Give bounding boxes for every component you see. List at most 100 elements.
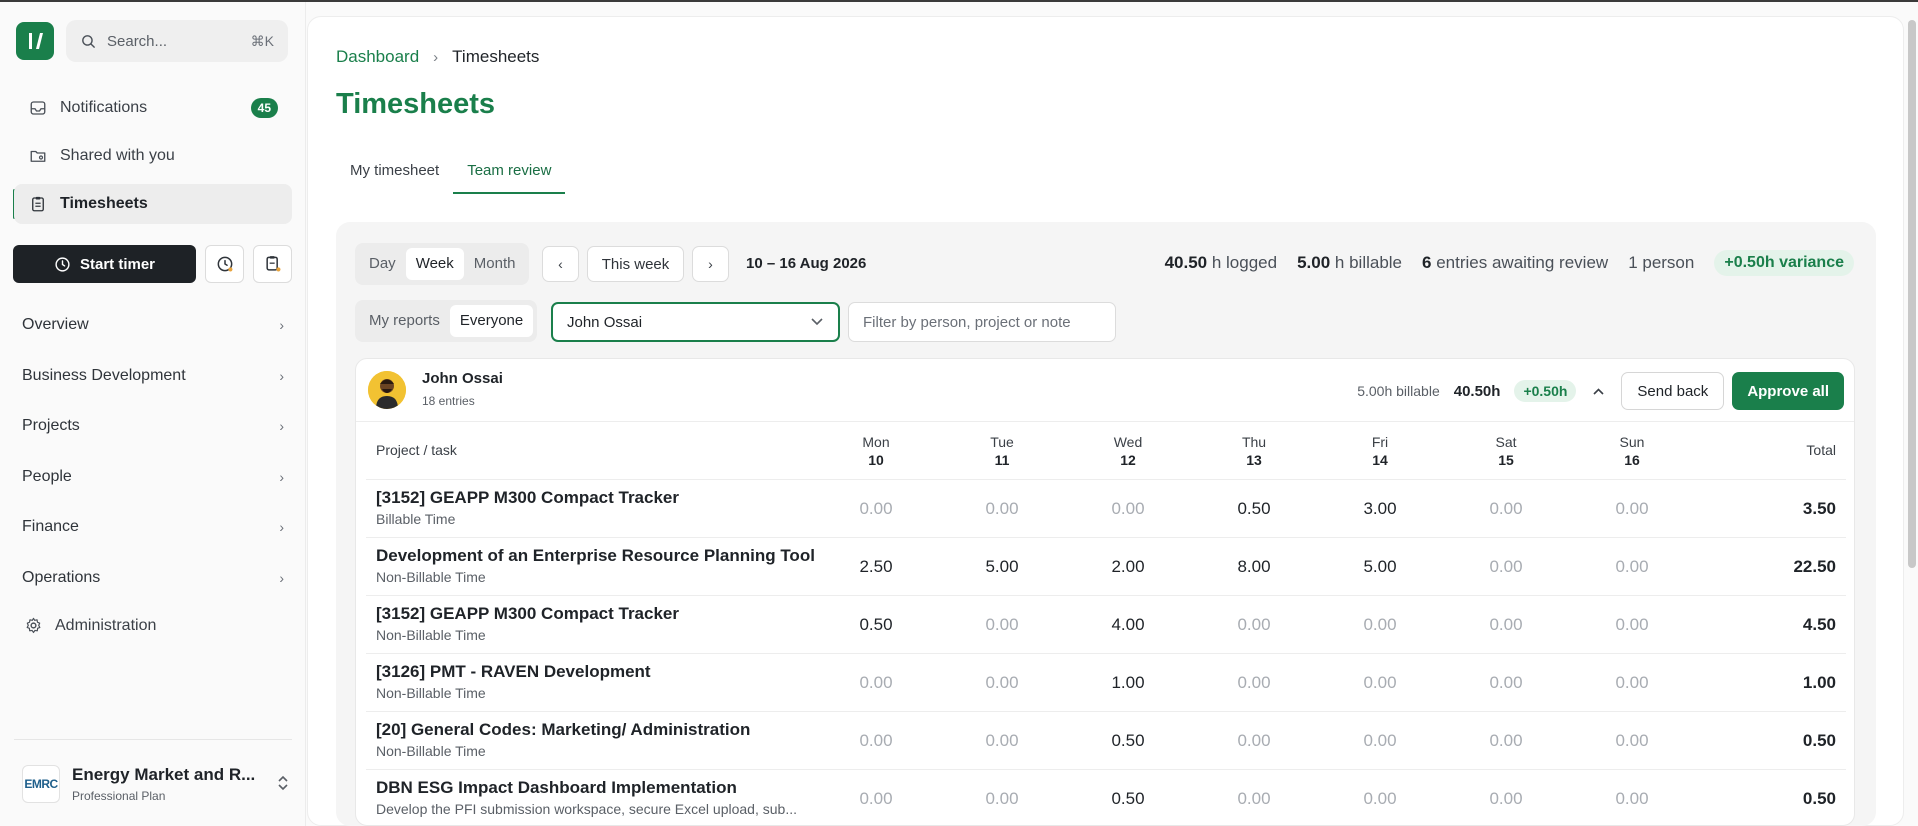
- hours-cell[interactable]: 0.00: [1592, 731, 1672, 751]
- clock-add-icon: [217, 256, 232, 272]
- hours-cell[interactable]: 0.00: [1466, 731, 1546, 751]
- hours-cell[interactable]: 0.50: [1088, 731, 1168, 751]
- filter-input[interactable]: [848, 302, 1116, 342]
- scope-everyone[interactable]: Everyone: [449, 305, 534, 337]
- section-people[interactable]: People ›: [22, 459, 284, 495]
- header-project-task: Project / task: [376, 442, 457, 458]
- section-business-development[interactable]: Business Development ›: [22, 358, 284, 394]
- hours-cell[interactable]: 0.00: [1466, 499, 1546, 519]
- tab-my-timesheet[interactable]: My timesheet: [336, 154, 453, 194]
- hours-cell[interactable]: 0.00: [1466, 789, 1546, 809]
- time-log-button[interactable]: [205, 245, 244, 283]
- person-header: John Ossai 18 entries 5.00h billable 40.…: [356, 359, 1854, 422]
- hours-cell[interactable]: 4.00: [1088, 615, 1168, 635]
- hours-cell[interactable]: 0.50: [836, 615, 916, 635]
- hours-cell[interactable]: 0.00: [1592, 615, 1672, 635]
- table-row[interactable]: DBN ESG Impact Dashboard Implementation D…: [366, 770, 1846, 825]
- period-day[interactable]: Day: [359, 248, 406, 280]
- previous-week-button[interactable]: ‹: [542, 246, 579, 282]
- person-select-value: John Ossai: [567, 313, 643, 331]
- hours-cell[interactable]: 0.00: [1340, 615, 1420, 635]
- timesheet-copy-button[interactable]: [253, 245, 292, 283]
- task-name: [3126] PMT - RAVEN Development: [376, 662, 651, 681]
- hours-cell[interactable]: 8.00: [1214, 557, 1294, 577]
- header-day-name: Sun: [1619, 434, 1645, 450]
- this-week-button[interactable]: This week: [587, 246, 684, 282]
- collapse-chevron-up-icon[interactable]: [1592, 383, 1605, 399]
- row-total: 22.50: [1793, 557, 1836, 576]
- hours-cell[interactable]: 0.00: [962, 499, 1042, 519]
- summary-stats: 40.50 h logged 5.00 h billable 6 entries…: [1145, 250, 1854, 276]
- chevron-right-icon: ›: [279, 368, 284, 384]
- table-row[interactable]: [3126] PMT - RAVEN Development Non-Billab…: [366, 654, 1846, 712]
- person-select[interactable]: John Ossai: [551, 302, 840, 342]
- table-row[interactable]: Development of an Enterprise Resource Pl…: [366, 538, 1846, 596]
- nav-shared-with-you[interactable]: Shared with you: [14, 136, 292, 176]
- hours-cell[interactable]: 0.00: [1340, 789, 1420, 809]
- row-total: 0.50: [1802, 789, 1836, 808]
- section-finance[interactable]: Finance ›: [22, 509, 284, 545]
- hours-cell[interactable]: 0.50: [1214, 499, 1294, 519]
- scrollbar[interactable]: [1908, 20, 1916, 568]
- breadcrumb-dashboard-link[interactable]: Dashboard: [336, 47, 419, 67]
- table-row[interactable]: [3152] GEAPP M300 Compact Tracker Non-Bil…: [366, 596, 1846, 654]
- table-row[interactable]: [20] General Codes: Marketing/ Administr…: [366, 712, 1846, 770]
- hours-cell[interactable]: 0.00: [962, 789, 1042, 809]
- approve-all-button[interactable]: Approve all: [1732, 372, 1844, 410]
- task-name: [3152] GEAPP M300 Compact Tracker: [376, 604, 679, 623]
- hours-cell[interactable]: 0.00: [1466, 615, 1546, 635]
- next-week-button[interactable]: ›: [692, 246, 729, 282]
- hours-cell[interactable]: 0.00: [1466, 673, 1546, 693]
- header-day-name: Tue: [990, 434, 1014, 450]
- hours-cell[interactable]: 0.00: [1340, 731, 1420, 751]
- period-month[interactable]: Month: [464, 248, 526, 280]
- hours-cell[interactable]: 0.00: [1214, 673, 1294, 693]
- header-day-date: 14: [1372, 452, 1388, 468]
- hours-cell[interactable]: 2.50: [836, 557, 916, 577]
- hours-cell[interactable]: 5.00: [1340, 557, 1420, 577]
- hours-cell[interactable]: 0.00: [836, 499, 916, 519]
- hours-cell[interactable]: 0.00: [836, 731, 916, 751]
- sidebar-divider: [14, 739, 292, 740]
- organization-switcher[interactable]: EMRC Energy Market and R... Professional…: [22, 762, 290, 806]
- hours-cell[interactable]: 3.00: [1340, 499, 1420, 519]
- hours-cell[interactable]: 0.00: [1088, 499, 1168, 519]
- hours-cell[interactable]: 0.00: [1592, 557, 1672, 577]
- clipboard-icon: [28, 194, 48, 214]
- period-week[interactable]: Week: [405, 248, 464, 280]
- sidebar: Search... ⌘K Notifications 45 Shared wit…: [0, 2, 306, 826]
- hours-cell[interactable]: 0.00: [1592, 673, 1672, 693]
- hours-cell[interactable]: 0.00: [1592, 499, 1672, 519]
- header-day-name: Sat: [1495, 434, 1517, 450]
- hours-cell[interactable]: 0.00: [962, 731, 1042, 751]
- hours-cell[interactable]: 0.00: [1340, 673, 1420, 693]
- search-box[interactable]: Search... ⌘K: [66, 20, 288, 62]
- nav-notifications[interactable]: Notifications 45: [14, 88, 292, 128]
- hours-cell[interactable]: 1.00: [1088, 673, 1168, 693]
- start-timer-button[interactable]: Start timer: [13, 245, 196, 283]
- hours-cell[interactable]: 0.00: [836, 789, 916, 809]
- nav-administration[interactable]: Administration: [24, 616, 156, 635]
- hours-cell[interactable]: 5.00: [962, 557, 1042, 577]
- hours-cell[interactable]: 0.00: [1214, 615, 1294, 635]
- header-day-date: 13: [1246, 452, 1262, 468]
- nav-shared-label: Shared with you: [60, 147, 175, 164]
- hours-cell[interactable]: 2.00: [1088, 557, 1168, 577]
- hours-cell[interactable]: 0.00: [1214, 731, 1294, 751]
- hours-cell[interactable]: 0.00: [1592, 789, 1672, 809]
- section-projects[interactable]: Projects ›: [22, 408, 284, 444]
- section-overview[interactable]: Overview ›: [22, 307, 284, 343]
- section-operations[interactable]: Operations ›: [22, 560, 284, 596]
- hours-cell[interactable]: 0.00: [836, 673, 916, 693]
- send-back-button[interactable]: Send back: [1621, 372, 1725, 410]
- hours-cell[interactable]: 0.50: [1088, 789, 1168, 809]
- table-row[interactable]: [3152] GEAPP M300 Compact Tracker Billabl…: [366, 480, 1846, 538]
- tab-team-review[interactable]: Team review: [453, 154, 566, 194]
- nav-timesheets[interactable]: Timesheets: [14, 184, 292, 224]
- hours-cell[interactable]: 0.00: [962, 673, 1042, 693]
- app-logo[interactable]: [16, 22, 54, 60]
- hours-cell[interactable]: 0.00: [1466, 557, 1546, 577]
- hours-cell[interactable]: 0.00: [962, 615, 1042, 635]
- scope-my-reports[interactable]: My reports: [359, 305, 450, 337]
- hours-cell[interactable]: 0.00: [1214, 789, 1294, 809]
